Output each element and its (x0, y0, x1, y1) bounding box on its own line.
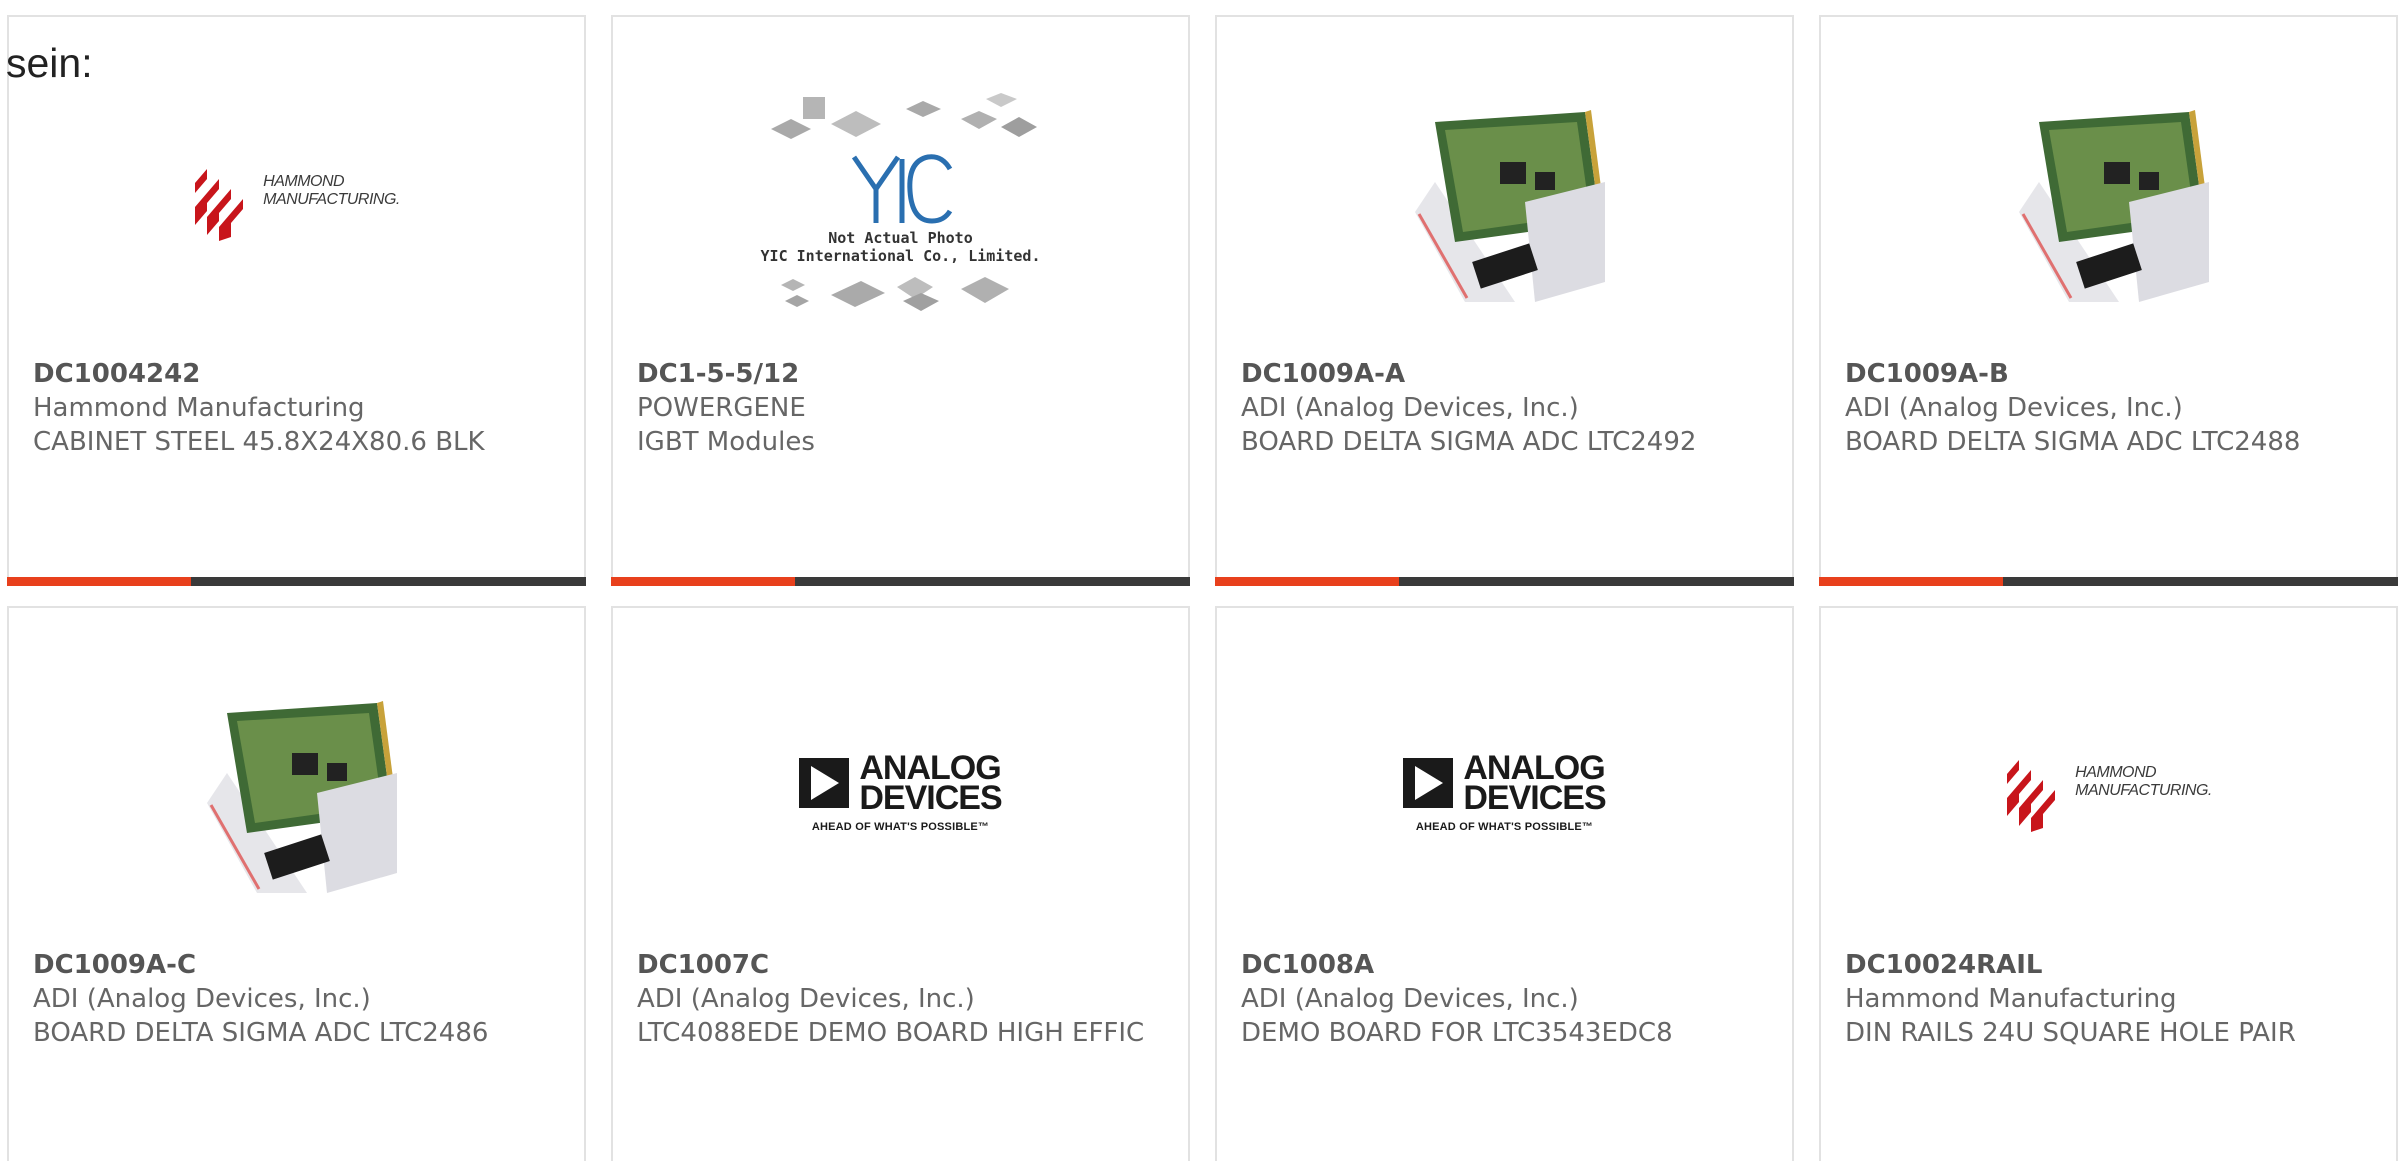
logo-text-line1: HAMMOND (263, 173, 345, 190)
pcb-board-photo-icon (2018, 110, 2209, 302)
part-number-link[interactable]: DC1007C (637, 948, 1158, 982)
product-image: ANALOG DEVICES AHEAD OF WHAT'S POSSIBLE™ (1217, 668, 1792, 918)
card-accent-bar (7, 577, 586, 586)
product-image (1821, 77, 2396, 327)
hammond-logo: HAMMOND MANUFACTURING. (2005, 754, 2212, 832)
product-card[interactable]: Not Actual Photo YIC International Co., … (611, 15, 1190, 586)
description: LTC4088EDE DEMO BOARD HIGH EFFIC (637, 1018, 1145, 1048)
chip-packages-icon (770, 93, 1037, 139)
logo-text-line1: HAMMOND (2075, 764, 2157, 781)
pcb-board-photo-icon (1414, 110, 1605, 302)
adi-triangle-icon (799, 758, 850, 808)
product-image (1217, 77, 1792, 327)
part-number-link[interactable]: DC1009A-A (1241, 357, 1762, 391)
product-card[interactable]: HAMMOND MANUFACTURING. DC1004242 Hammond… (7, 15, 586, 586)
analog-devices-logo: ANALOG DEVICES AHEAD OF WHAT'S POSSIBLE™ (799, 751, 1003, 833)
card-accent-bar (1819, 577, 2398, 586)
description: BOARD DELTA SIGMA ADC LTC2486 (33, 1018, 489, 1048)
logo-tagline: AHEAD OF WHAT'S POSSIBLE™ (1415, 821, 1594, 833)
manufacturer: POWERGENE (637, 393, 806, 423)
logo-text-line2: DEVICES (859, 779, 1002, 817)
description: BOARD DELTA SIGMA ADC LTC2492 (1241, 427, 1697, 457)
product-image (9, 668, 584, 918)
yic-caption-line2: YIC International Co., Limited. (760, 247, 1041, 265)
yic-caption-line1: Not Actual Photo (828, 229, 973, 247)
product-card[interactable]: DC1009A-B ADI (Analog Devices, Inc.) BOA… (1819, 15, 2398, 586)
adi-triangle-icon (1403, 758, 1454, 808)
product-grid: HAMMOND MANUFACTURING. DC1004242 Hammond… (7, 15, 2398, 1161)
yic-logo-icon (851, 154, 952, 224)
yic-placeholder-image: Not Actual Photo YIC International Co., … (761, 89, 1041, 315)
card-accent-bar (611, 577, 1190, 586)
manufacturer: Hammond Manufacturing (1845, 984, 2177, 1014)
product-card[interactable]: DC1009A-A ADI (Analog Devices, Inc.) BOA… (1215, 15, 1794, 586)
part-number-link[interactable]: DC1008A (1241, 948, 1762, 982)
product-image: ANALOG DEVICES AHEAD OF WHAT'S POSSIBLE™ (613, 668, 1188, 918)
logo-text-line2: MANUFACTURING. (2075, 782, 2212, 799)
description: DEMO BOARD FOR LTC3543EDC8 (1241, 1018, 1673, 1048)
description: DIN RAILS 24U SQUARE HOLE PAIR (1845, 1018, 2296, 1048)
product-card[interactable]: ANALOG DEVICES AHEAD OF WHAT'S POSSIBLE™… (611, 606, 1190, 1161)
description: BOARD DELTA SIGMA ADC LTC2488 (1845, 427, 2301, 457)
manufacturer: ADI (Analog Devices, Inc.) (1845, 393, 2183, 423)
manufacturer: Hammond Manufacturing (33, 393, 365, 423)
product-image: Not Actual Photo YIC International Co., … (613, 77, 1188, 327)
product-card[interactable]: HAMMOND MANUFACTURING. DC10024RAIL Hammo… (1819, 606, 2398, 1161)
manufacturer: ADI (Analog Devices, Inc.) (637, 984, 975, 1014)
part-number-link[interactable]: DC1004242 (33, 357, 554, 391)
manufacturer: ADI (Analog Devices, Inc.) (1241, 393, 1579, 423)
hammond-mark-icon (195, 169, 244, 241)
hammond-mark-icon (2007, 760, 2056, 832)
manufacturer: ADI (Analog Devices, Inc.) (33, 984, 371, 1014)
page-text-fragment: sein: (6, 40, 93, 86)
hammond-logo: HAMMOND MANUFACTURING. (193, 163, 400, 241)
logo-text-line2: MANUFACTURING. (263, 191, 400, 208)
product-image: HAMMOND MANUFACTURING. (9, 77, 584, 327)
manufacturer: ADI (Analog Devices, Inc.) (1241, 984, 1579, 1014)
part-number-link[interactable]: DC1009A-C (33, 948, 554, 982)
part-number-link[interactable]: DC1-5-5/12 (637, 357, 1158, 391)
part-number-link[interactable]: DC10024RAIL (1845, 948, 2366, 982)
logo-tagline: AHEAD OF WHAT'S POSSIBLE™ (811, 821, 990, 833)
logo-text-line2: DEVICES (1463, 779, 1606, 817)
analog-devices-logo: ANALOG DEVICES AHEAD OF WHAT'S POSSIBLE™ (1403, 751, 1607, 833)
product-card[interactable]: DC1009A-C ADI (Analog Devices, Inc.) BOA… (7, 606, 586, 1161)
part-number-link[interactable]: DC1009A-B (1845, 357, 2366, 391)
description: CABINET STEEL 45.8X24X80.6 BLK (33, 427, 485, 457)
card-accent-bar (1215, 577, 1794, 586)
product-card[interactable]: ANALOG DEVICES AHEAD OF WHAT'S POSSIBLE™… (1215, 606, 1794, 1161)
description: IGBT Modules (637, 427, 815, 457)
product-image: HAMMOND MANUFACTURING. (1821, 668, 2396, 918)
pcb-board-photo-icon (206, 701, 397, 893)
chip-packages-icon (780, 277, 1009, 311)
